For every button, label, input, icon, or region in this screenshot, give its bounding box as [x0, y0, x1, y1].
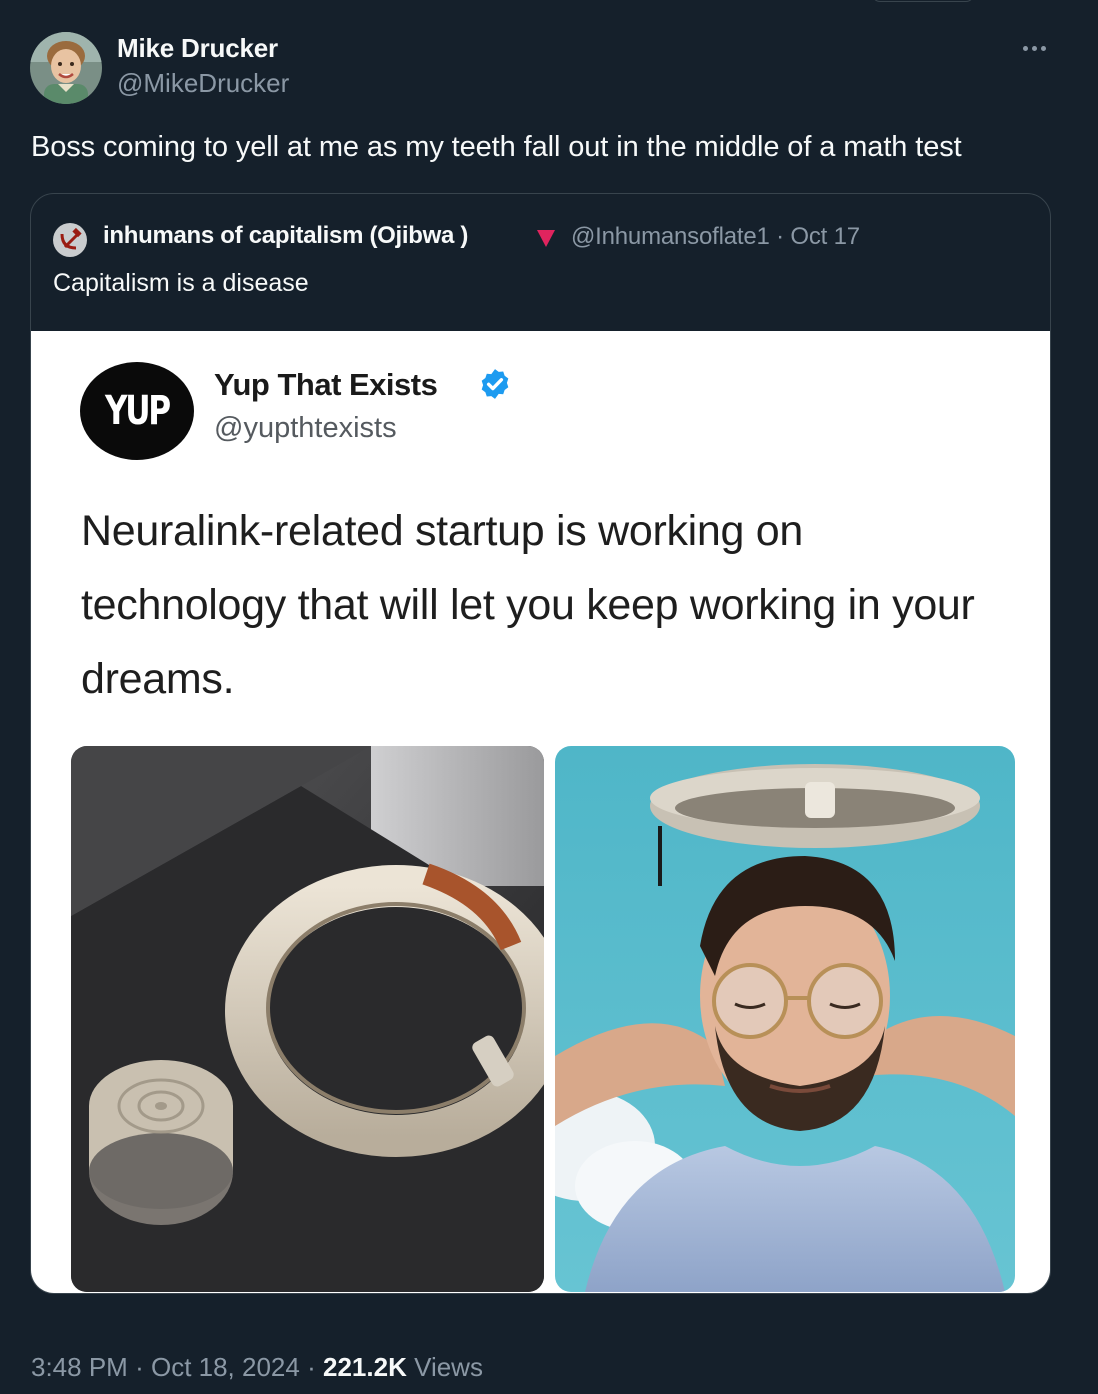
- red-triangle-icon: [537, 230, 555, 247]
- tweet-text: Boss coming to yell at me as my teeth fa…: [31, 131, 962, 163]
- man-dreaming-photo: [555, 746, 1015, 1292]
- quote-separator: ·: [776, 223, 784, 250]
- avatar-photo: [30, 32, 102, 104]
- yup-logo: YUP: [80, 362, 194, 460]
- embedded-author-name: Yup That Exists: [214, 367, 438, 402]
- tweet-footer: 3:48 PM · Oct 18, 2024 · 221.2K Views: [31, 1352, 483, 1383]
- quote-meta: @Inhumansoflate1 · Oct 17: [571, 223, 860, 251]
- footer-separator: ·: [307, 1352, 316, 1382]
- embedded-author-handle: @yupthtexists: [214, 412, 397, 444]
- more-options-icon[interactable]: [1014, 30, 1054, 66]
- device-photo: [71, 746, 544, 1292]
- author-avatar[interactable]: [30, 32, 102, 104]
- tweet-date[interactable]: Oct 18, 2024: [151, 1352, 300, 1382]
- yup-logo-text: YUP: [105, 388, 171, 434]
- author-name[interactable]: Mike Drucker: [117, 33, 278, 64]
- views-count[interactable]: 221.2K: [323, 1352, 407, 1382]
- quote-media-image[interactable]: YUP Yup That Exists @yupthtexists Neural…: [31, 331, 1050, 1293]
- author-handle[interactable]: @MikeDrucker: [117, 68, 289, 99]
- quote-text: Capitalism is a disease: [53, 269, 309, 297]
- footer-separator: ·: [135, 1352, 144, 1382]
- tweet: Mike Drucker @MikeDrucker Boss coming to…: [0, 0, 1098, 1394]
- tweet-time[interactable]: 3:48 PM: [31, 1352, 128, 1382]
- views-label: Views: [414, 1352, 483, 1382]
- quoted-tweet-card[interactable]: inhumans of capitalism (Ojibwa ) @Inhuma…: [30, 193, 1051, 1294]
- embedded-post-body: Neuralink-related startup is working on …: [81, 507, 975, 703]
- verified-badge-icon: [481, 369, 509, 399]
- quote-author-name: inhumans of capitalism (Ojibwa ): [103, 222, 469, 249]
- quote-author-handle: @Inhumansoflate1: [571, 223, 770, 250]
- hammer-sickle-icon: [53, 223, 87, 257]
- quote-date: Oct 17: [790, 223, 860, 250]
